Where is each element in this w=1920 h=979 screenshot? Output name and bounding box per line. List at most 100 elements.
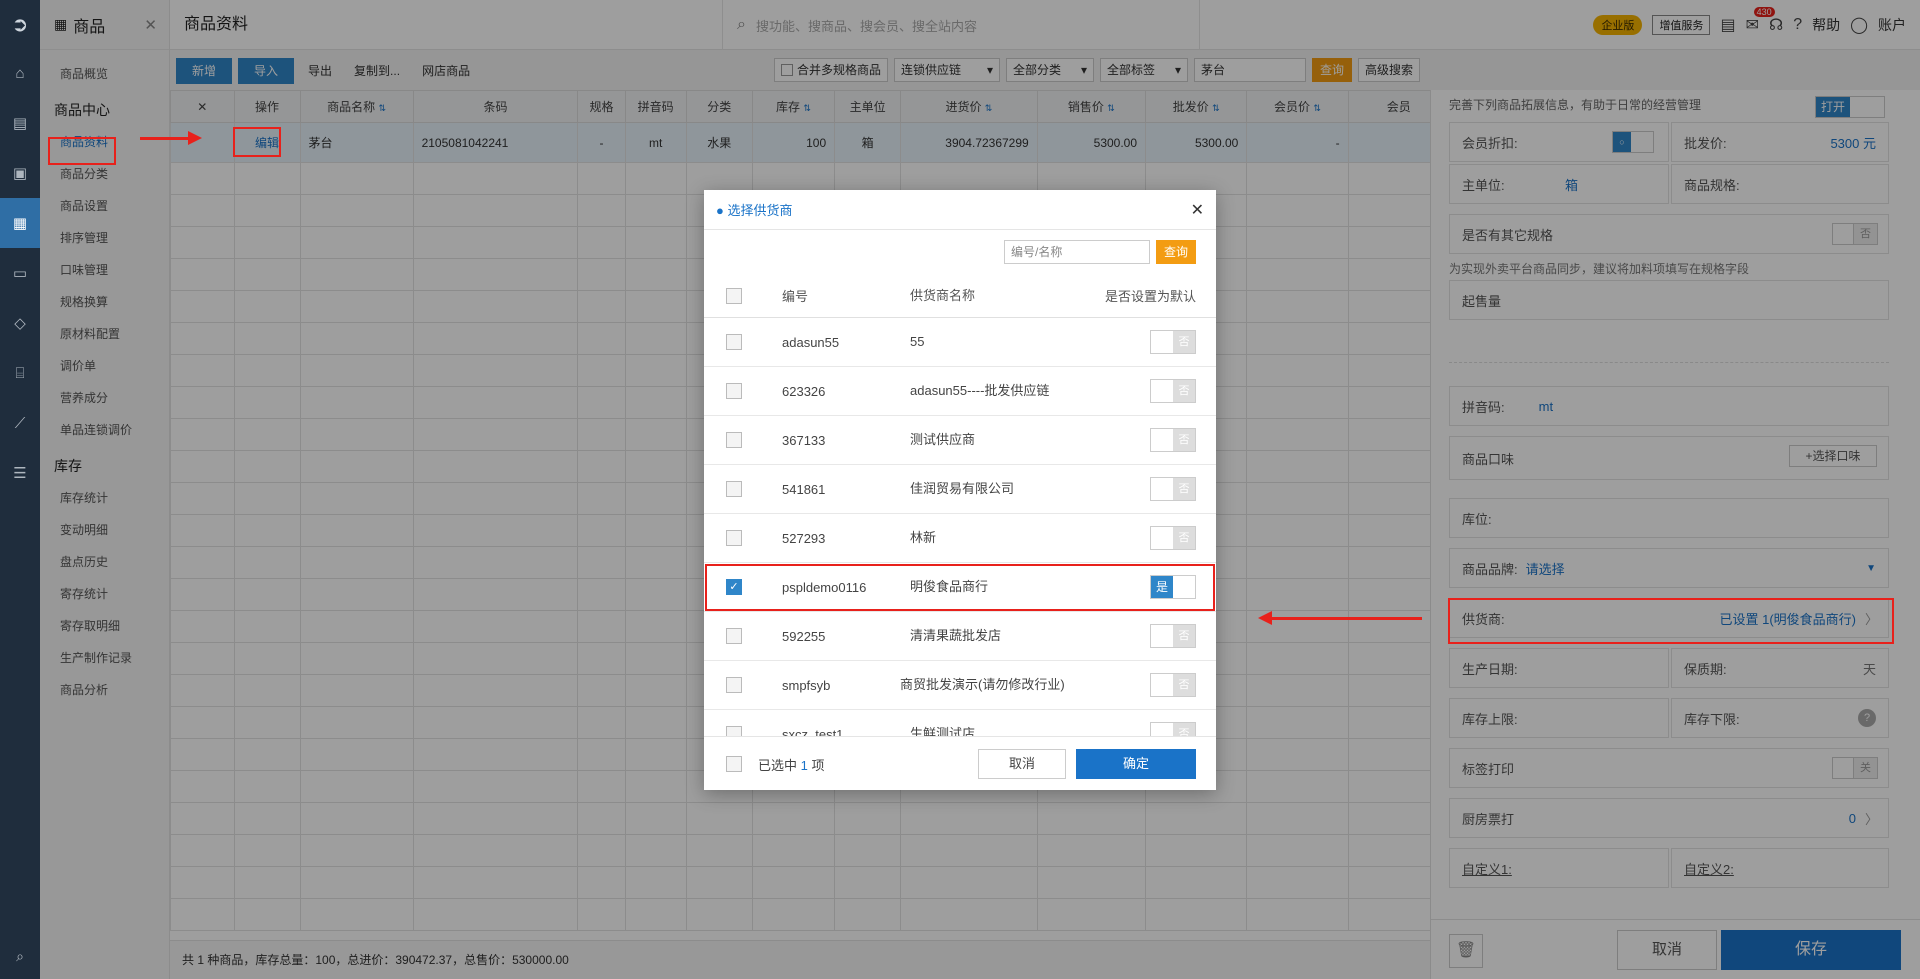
- marketing-icon[interactable]: ◇: [0, 298, 40, 348]
- toggle-label: 否: [1173, 331, 1195, 353]
- supplier-search-input[interactable]: 编号/名称: [1003, 240, 1150, 264]
- supplier-code: 527293: [782, 530, 826, 546]
- settings-icon[interactable]: ☰: [0, 448, 40, 498]
- supplier-query-button[interactable]: 查询: [1155, 240, 1196, 264]
- toggle-label: 否: [1173, 478, 1195, 500]
- select-all-checkbox[interactable]: [726, 287, 742, 304]
- toggle-track: [1151, 723, 1173, 736]
- supplier-row[interactable]: sxcz_test1 生鲜测试店 否: [704, 710, 1216, 736]
- supplier-row[interactable]: 527293 林新 否: [704, 514, 1216, 563]
- supplier-name: 佳润贸易有限公司: [910, 481, 1015, 496]
- supplier-name: 55: [910, 334, 925, 349]
- order-icon[interactable]: ▤: [0, 98, 40, 148]
- toggle-track: [1151, 674, 1173, 696]
- supplier-code: 592255: [782, 628, 826, 644]
- member-icon[interactable]: ▭: [0, 248, 40, 298]
- row-checkbox[interactable]: [726, 432, 742, 448]
- toggle-label: 否: [1173, 380, 1195, 402]
- toggle-track: [1151, 380, 1173, 402]
- annotation-box-supplier: [1448, 598, 1894, 644]
- toggle-track: [1151, 527, 1173, 549]
- annotation-arrow-left: [1258, 611, 1422, 625]
- cashier-icon[interactable]: ▣: [0, 148, 40, 198]
- dialog-search: 编号/名称 查询: [1003, 240, 1196, 264]
- select-supplier-dialog: ● 选择供货商 ✕ 编号/名称 查询 编号 供货商名称 是否设置为默认 adas…: [704, 190, 1216, 790]
- home-icon[interactable]: ⌂: [0, 48, 40, 98]
- selected-prefix: 已选中: [758, 758, 798, 773]
- supplier-name: 商贸批发演示(请勿修改行业): [900, 677, 1065, 692]
- default-toggle[interactable]: 否: [1150, 477, 1196, 501]
- supplier-code: pspldemo0116: [782, 579, 867, 595]
- default-toggle[interactable]: 否: [1150, 330, 1196, 354]
- report-icon[interactable]: ⟋: [0, 398, 40, 448]
- col-code: 编号: [782, 289, 809, 304]
- row-checkbox[interactable]: [726, 677, 742, 693]
- icon-rail: ➲ ⌂ ▤ ▣ ▦ ▭ ◇ ⌸ ⟋ ☰ ⌕: [0, 0, 40, 979]
- default-toggle[interactable]: 否: [1150, 428, 1196, 452]
- supplier-row[interactable]: 541861 佳润贸易有限公司 否: [704, 465, 1216, 514]
- supplier-code: smpfsyb: [782, 677, 831, 693]
- search-menu-icon[interactable]: ⌕: [0, 948, 40, 965]
- annotation-box-edit: [233, 127, 281, 157]
- col-name: 供货商名称: [910, 287, 976, 303]
- logo-icon[interactable]: ➲: [0, 0, 40, 48]
- supplier-row[interactable]: 592255 清清果蔬批发店 否: [704, 612, 1216, 661]
- default-toggle[interactable]: 否: [1150, 379, 1196, 403]
- row-checkbox[interactable]: [726, 334, 742, 350]
- supplier-row[interactable]: 623326 adasun55----批发供应链 否: [704, 367, 1216, 416]
- toggle-track: [1151, 478, 1173, 500]
- toggle-label: 否: [1173, 625, 1195, 647]
- row-checkbox-checked[interactable]: ✓: [726, 579, 742, 595]
- col-default: 是否设置为默认: [1104, 289, 1196, 304]
- toggle-knob: [1173, 576, 1195, 598]
- store-icon[interactable]: ⌸: [0, 348, 40, 398]
- annotation-box-nav: [48, 137, 116, 165]
- selected-suffix: 项: [811, 758, 825, 773]
- row-checkbox[interactable]: [726, 481, 742, 497]
- supplier-name: 明俊食品商行: [910, 579, 989, 594]
- dialog-header: ● 选择供货商 ✕: [704, 190, 1216, 230]
- toggle-label: 否: [1173, 674, 1195, 696]
- goods-icon[interactable]: ▦: [0, 198, 40, 248]
- supplier-name: 林新: [910, 530, 937, 545]
- row-checkbox[interactable]: [726, 530, 742, 546]
- footer-select-all-checkbox[interactable]: [726, 756, 742, 772]
- supplier-name: 清清果蔬批发店: [910, 628, 1002, 643]
- supplier-code: sxcz_test1: [782, 726, 844, 737]
- default-toggle[interactable]: 否: [1150, 673, 1196, 697]
- supplier-name: 生鲜测试店: [910, 726, 976, 736]
- toggle-track: [1151, 429, 1173, 451]
- default-toggle[interactable]: 是: [1150, 575, 1196, 599]
- annotation-arrow-right: [140, 131, 202, 145]
- toggle-track: [1151, 331, 1173, 353]
- row-checkbox[interactable]: [726, 726, 742, 736]
- supplier-code: adasun55: [782, 334, 840, 350]
- supplier-row-selected[interactable]: ✓ pspldemo0116 明俊食品商行 是: [704, 563, 1216, 612]
- toggle-label: 否: [1173, 527, 1195, 549]
- supplier-name: adasun55----批发供应链: [910, 383, 1050, 398]
- close-icon[interactable]: ✕: [1191, 200, 1204, 220]
- default-toggle[interactable]: 否: [1150, 526, 1196, 550]
- supplier-code: 367133: [782, 432, 826, 448]
- row-checkbox[interactable]: [726, 628, 742, 644]
- default-toggle[interactable]: 否: [1150, 624, 1196, 648]
- default-toggle[interactable]: 否: [1150, 722, 1196, 736]
- supplier-row[interactable]: 367133 测试供应商 否: [704, 416, 1216, 465]
- dialog-title: ● 选择供货商: [716, 203, 793, 218]
- supplier-row[interactable]: smpfsyb 商贸批发演示(请勿修改行业) 否: [704, 661, 1216, 710]
- supplier-row[interactable]: adasun55 55 否: [704, 318, 1216, 367]
- toggle-label: 否: [1173, 429, 1195, 451]
- row-checkbox[interactable]: [726, 383, 742, 399]
- selected-count: 1: [800, 758, 808, 773]
- dialog-confirm-button[interactable]: 确定: [1076, 749, 1196, 779]
- dialog-footer: 已选中 1 项 取消 确定: [704, 736, 1216, 790]
- supplier-code: 623326: [782, 383, 826, 399]
- selected-count-text: 已选中 1 项: [758, 755, 825, 774]
- dialog-cancel-button[interactable]: 取消: [978, 749, 1066, 779]
- toggle-track: [1151, 625, 1173, 647]
- toggle-label: 是: [1151, 576, 1173, 598]
- supplier-name: 测试供应商: [910, 432, 976, 447]
- toggle-label: 否: [1173, 723, 1195, 736]
- supplier-table-header: 编号 供货商名称 是否设置为默认: [704, 274, 1216, 318]
- supplier-code: 541861: [782, 481, 826, 497]
